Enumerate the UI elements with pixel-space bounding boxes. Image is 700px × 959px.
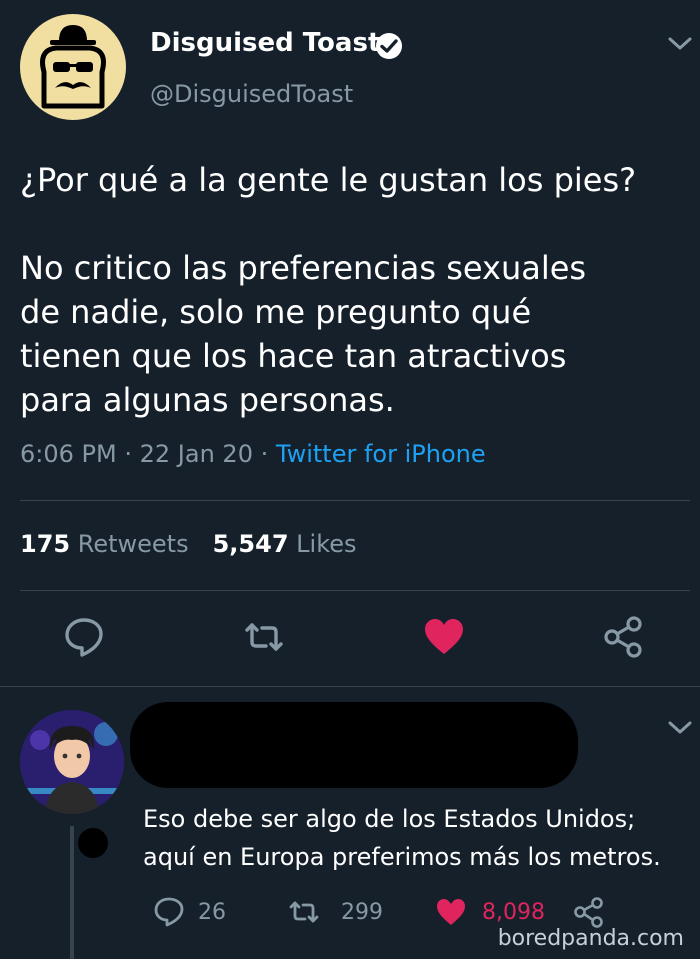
meta-separator: ·: [124, 440, 132, 468]
tweet-text: ¿Por qué a la gente le gustan los pies? …: [20, 161, 637, 419]
likes-count: 5,547: [212, 530, 289, 558]
retweet-icon[interactable]: [241, 614, 287, 660]
reply-avatar-image: [20, 710, 124, 814]
chevron-down-icon[interactable]: [667, 720, 693, 736]
likes-label: Likes: [296, 530, 357, 558]
author-name[interactable]: Disguised Toast: [150, 28, 380, 58]
share-icon[interactable]: [572, 895, 606, 929]
likes-stat[interactable]: 5,547 Likes: [213, 530, 357, 558]
engagement-stats: 175 Retweets 5,547 Likes: [20, 530, 357, 558]
heart-icon[interactable]: [434, 895, 468, 929]
retweets-stat[interactable]: 175 Retweets: [20, 530, 189, 558]
reply-avatar[interactable]: [20, 710, 124, 814]
retweets-label: Retweets: [77, 530, 189, 558]
like-count: 8,098: [482, 900, 545, 925]
reply-text: Eso debe ser algo de los Estados Unidos;…: [143, 805, 661, 871]
watermark: boredpanda.com: [497, 926, 684, 951]
author-avatar[interactable]: [20, 14, 126, 120]
chevron-down-icon[interactable]: [667, 36, 693, 52]
divider: [20, 500, 690, 501]
toast-logo: [40, 25, 106, 109]
author-handle[interactable]: @DisguisedToast: [150, 80, 353, 108]
retweets-count: 175: [20, 530, 71, 558]
heart-icon[interactable]: [421, 614, 467, 660]
meta-separator: ·: [260, 440, 269, 468]
retweet-icon[interactable]: [287, 895, 321, 929]
section-divider: [0, 686, 700, 687]
thread-line: [70, 826, 74, 959]
tweet-metadata: 6:06 PM · 22 Jan 20 · Twitter for iPhone: [20, 440, 486, 468]
redacted-author-name: [130, 702, 578, 788]
tweet-time: 6:06 PM: [20, 440, 117, 468]
reply-icon[interactable]: [61, 614, 107, 660]
verified-badge-icon: [376, 33, 402, 59]
tweet-date[interactable]: 22 Jan 20: [140, 440, 253, 468]
tweet-source-link[interactable]: Twitter for iPhone: [276, 440, 486, 468]
retweet-count: 299: [341, 900, 383, 925]
redaction-mark: [78, 828, 108, 858]
reply-count: 26: [198, 900, 226, 925]
divider: [20, 590, 690, 591]
share-icon[interactable]: [601, 614, 647, 660]
reply-icon[interactable]: [152, 895, 186, 929]
